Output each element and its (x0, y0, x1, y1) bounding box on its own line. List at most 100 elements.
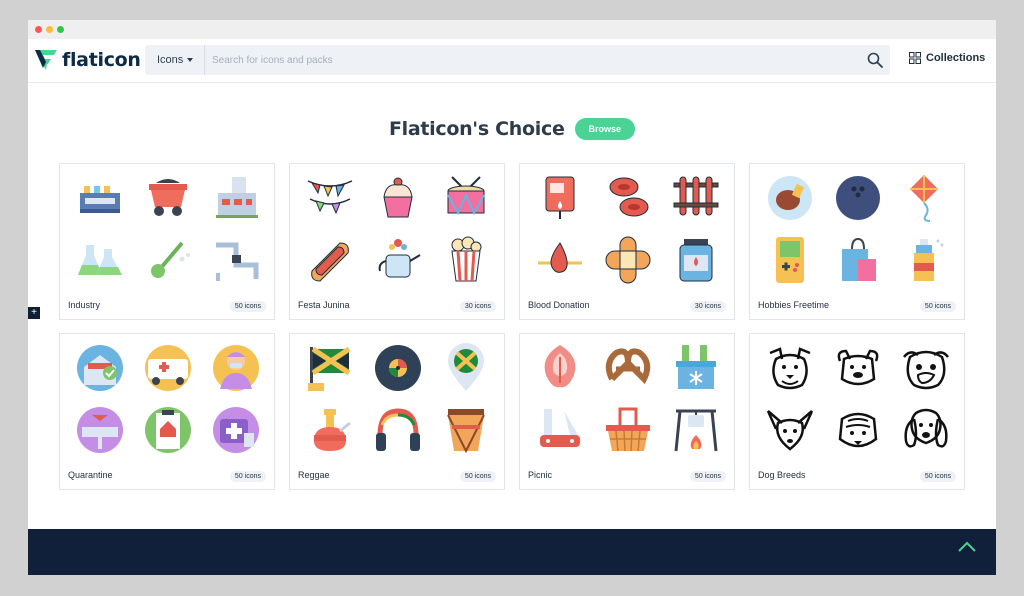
pack-name: Hobbies Freetime (758, 300, 830, 310)
pack-icons (68, 340, 268, 458)
search-type-dropdown[interactable]: Icons (145, 45, 205, 75)
pretzel-icon (600, 342, 656, 394)
mine-cart-icon (140, 172, 196, 224)
pack-count-badge: 50 icons (919, 301, 956, 312)
grid-icon (909, 52, 921, 64)
minimize-window-dot[interactable] (46, 26, 53, 33)
game-console-icon (762, 234, 818, 286)
popcorn-icon (438, 234, 494, 286)
cooler-icon (668, 342, 724, 394)
steak-plate-icon (762, 172, 818, 224)
pack-count-badge: 50 icons (689, 471, 726, 482)
blood-cells-icon (600, 172, 656, 224)
pack-icons (68, 170, 268, 288)
watering-can-icon (370, 234, 426, 286)
pipes-icon (208, 234, 264, 286)
home-icon (72, 342, 128, 394)
pack-icons (758, 340, 958, 458)
basket-icon (600, 404, 656, 456)
bong-icon (302, 404, 358, 456)
flaticon-logo-icon (35, 50, 57, 70)
drum-icon (438, 172, 494, 224)
pack-name: Reggae (298, 470, 330, 480)
pack-card-blood-donation[interactable]: Blood Donation 30 icons (519, 163, 735, 320)
test-tubes-icon (668, 172, 724, 224)
pug-icon (898, 342, 954, 394)
pack-icons (758, 170, 958, 288)
jamaica-pin-icon (438, 342, 494, 394)
site-header: flaticon Icons Collections (28, 39, 996, 83)
logo-wordmark: flaticon (62, 49, 141, 71)
pack-name: Industry (68, 300, 101, 310)
pack-icons (298, 340, 498, 458)
vinyl-icon (370, 342, 426, 394)
doctor-icon (208, 342, 264, 394)
pack-icons (298, 170, 498, 288)
section-title: Flaticon's Choice (388, 118, 565, 140)
pack-name: Picnic (528, 470, 553, 480)
blood-bag-icon (532, 172, 588, 224)
flasks-icon (72, 234, 128, 286)
pack-name: Blood Donation (528, 300, 590, 310)
browser-window: flaticon Icons Collections Flaticon' (28, 20, 996, 575)
search-input[interactable] (212, 45, 852, 75)
bandage-icon (600, 234, 656, 286)
sink-icon (72, 404, 128, 456)
kite-icon (898, 172, 954, 224)
chihuahua-icon (762, 404, 818, 456)
pack-count-badge: 50 icons (919, 471, 956, 482)
pack-card-industry[interactable]: Industry 50 icons (59, 163, 275, 320)
blood-drop-icon (532, 234, 588, 286)
pack-count-badge: 50 icons (229, 471, 266, 482)
side-add-button[interactable]: + (28, 307, 40, 319)
bowling-ball-icon (830, 172, 886, 224)
close-window-dot[interactable] (35, 26, 42, 33)
maximize-window-dot[interactable] (57, 26, 64, 33)
boxer-dog-icon (830, 342, 886, 394)
shopping-bag-icon (830, 234, 886, 286)
ambulance-icon (140, 342, 196, 394)
search-bar: Icons (145, 45, 890, 75)
first-aid-kit-icon (208, 404, 264, 456)
window-titlebar (28, 20, 996, 39)
factory-icon (208, 172, 264, 224)
pack-card-reggae[interactable]: Reggae 50 icons (289, 333, 505, 490)
pack-card-festa-junina[interactable]: Festa Junina 30 icons (289, 163, 505, 320)
blood-jar-icon (668, 234, 724, 286)
site-footer (28, 529, 996, 575)
pack-card-picnic[interactable]: Picnic 50 icons (519, 333, 735, 490)
pack-card-quarantine[interactable]: Quarantine 50 icons (59, 333, 275, 490)
pack-count-badge: 50 icons (459, 471, 496, 482)
pack-icons (528, 170, 728, 288)
bunting-icon (302, 172, 358, 224)
bulldog-icon (762, 342, 818, 394)
cocker-spaniel-icon (898, 404, 954, 456)
flaticon-logo[interactable]: flaticon (34, 48, 141, 72)
cupcake-icon (370, 172, 426, 224)
browse-button[interactable]: Browse (574, 118, 636, 140)
section-header: Flaticon's Choice Browse (28, 116, 996, 142)
guitar-tool-icon (140, 234, 196, 286)
collections-button[interactable]: Collections (909, 52, 985, 64)
knife-icon (532, 404, 588, 456)
campfire-icon (668, 404, 724, 456)
jamaica-flag-icon (302, 342, 358, 394)
search-type-label: Icons (157, 54, 184, 66)
chevron-up-icon[interactable] (956, 539, 978, 555)
search-icon[interactable] (866, 51, 884, 69)
salmon-icon (532, 342, 588, 394)
pack-name: Dog Breeds (758, 470, 806, 480)
hot-dog-icon (302, 234, 358, 286)
bongo-drum-icon (438, 404, 494, 456)
collections-label: Collections (926, 52, 986, 64)
pack-icons (528, 340, 728, 458)
paint-spray-icon (898, 234, 954, 286)
headphones-icon (370, 404, 426, 456)
control-panel-icon (72, 172, 128, 224)
pack-name: Quarantine (68, 470, 113, 480)
pack-card-hobbies-freetime[interactable]: Hobbies Freetime 50 icons (749, 163, 965, 320)
pack-count-badge: 30 icons (459, 301, 496, 312)
pack-card-dog-breeds[interactable]: Dog Breeds 50 icons (749, 333, 965, 490)
shar-pei-icon (830, 404, 886, 456)
pack-count-badge: 30 icons (689, 301, 726, 312)
